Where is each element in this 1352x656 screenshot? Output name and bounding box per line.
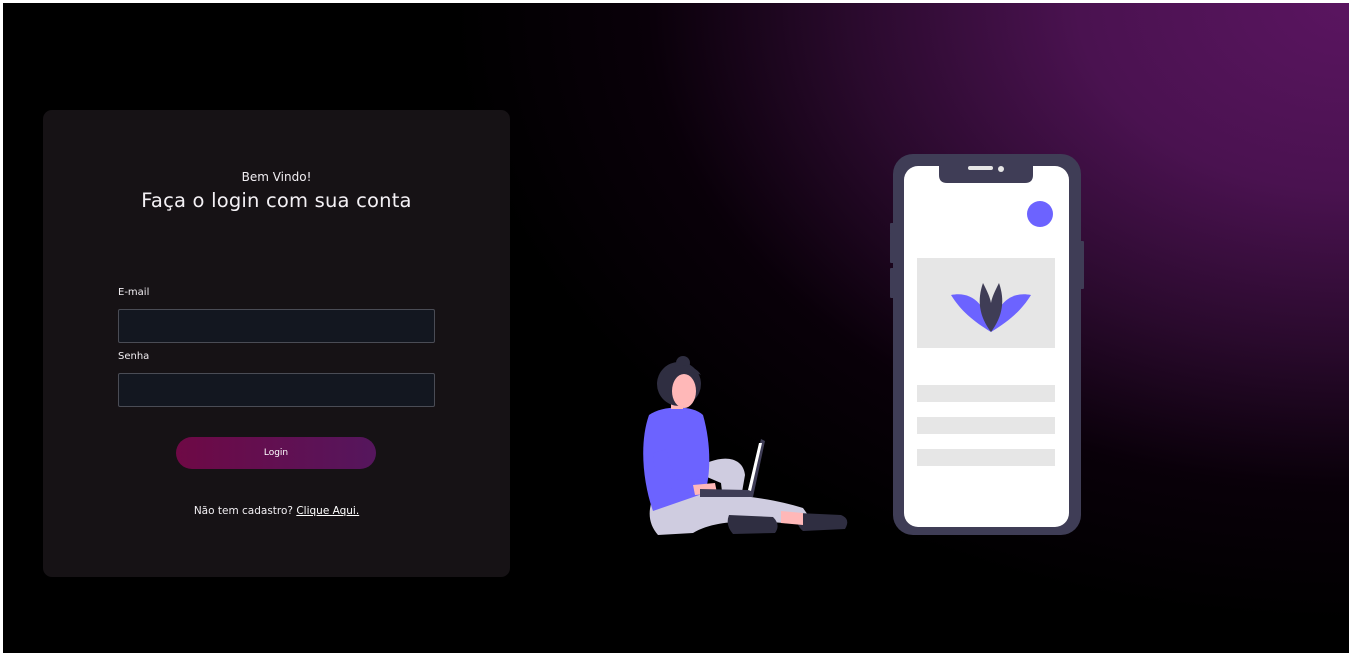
phone-illustration (890, 154, 1084, 535)
person-with-laptop-illustration (643, 356, 848, 535)
illustration (643, 154, 1084, 535)
login-screen: Bem Vindo! Faça o login com sua conta E-… (3, 3, 1349, 653)
profile-circle-icon (1027, 201, 1053, 227)
